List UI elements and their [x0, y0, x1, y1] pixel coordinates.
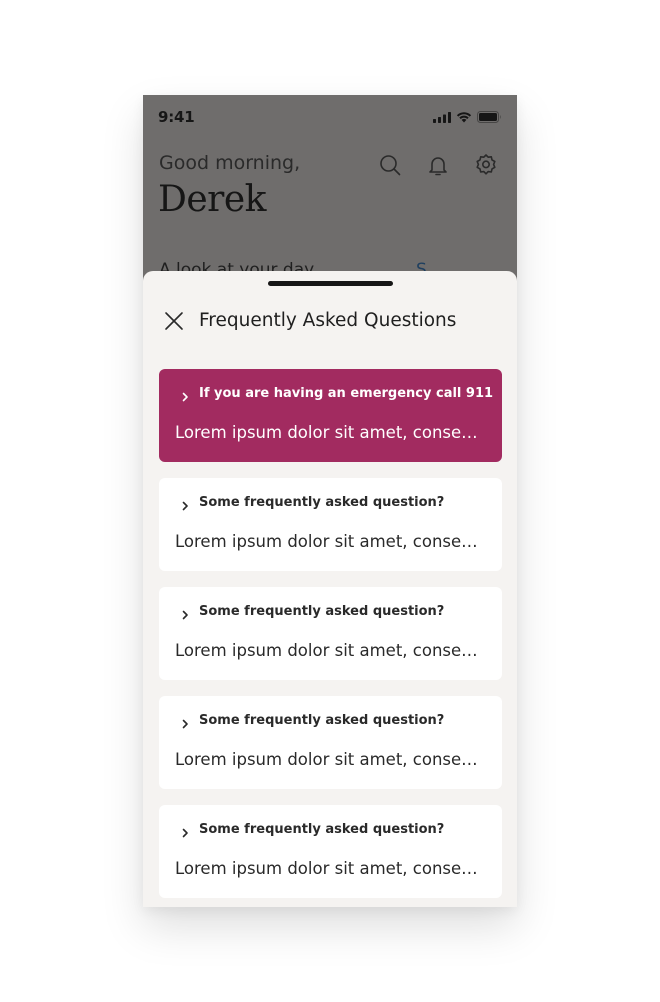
close-icon[interactable] [162, 309, 186, 333]
gear-icon[interactable] [474, 153, 498, 177]
faq-item[interactable]: Some frequently asked question? Lorem ip… [159, 805, 502, 898]
chevron-right-icon [179, 606, 191, 620]
faq-question: If you are having an emergency call 911 [199, 386, 494, 401]
greeting-text: Good morning, [159, 152, 301, 174]
chevron-right-icon [179, 497, 191, 511]
faq-answer: Lorem ipsum dolor sit amet, consectetur … [175, 859, 485, 878]
cellular-signal-icon [433, 111, 451, 123]
header-actions [378, 153, 498, 177]
sheet-grabber[interactable] [268, 281, 393, 286]
faq-answer: Lorem ipsum dolor sit amet, consectetur … [175, 423, 485, 442]
search-icon[interactable] [378, 153, 402, 177]
faq-question: Some frequently asked question? [199, 495, 445, 510]
sheet-title: Frequently Asked Questions [199, 310, 457, 331]
dimmed-backdrop[interactable]: 9:41 Good morning, Derek A look at your … [143, 95, 517, 295]
bell-icon[interactable] [426, 153, 450, 177]
chevron-right-icon [179, 824, 191, 838]
faq-bottom-sheet: Frequently Asked Questions If you are ha… [143, 271, 517, 907]
status-time: 9:41 [158, 108, 195, 126]
chevron-right-icon [179, 715, 191, 729]
faq-question: Some frequently asked question? [199, 604, 445, 619]
user-name: Derek [158, 179, 267, 220]
faq-item-emergency[interactable]: If you are having an emergency call 911 … [159, 369, 502, 462]
faq-question: Some frequently asked question? [199, 822, 445, 837]
faq-item[interactable]: Some frequently asked question? Lorem ip… [159, 696, 502, 789]
faq-item[interactable]: Some frequently asked question? Lorem ip… [159, 587, 502, 680]
faq-answer: Lorem ipsum dolor sit amet, consectetur … [175, 641, 485, 660]
faq-answer: Lorem ipsum dolor sit amet, consectetur … [175, 532, 485, 551]
phone-screen: 9:41 Good morning, Derek A look at your … [143, 95, 517, 907]
battery-icon [477, 111, 501, 123]
faq-answer: Lorem ipsum dolor sit amet, consectetur … [175, 750, 485, 769]
wifi-icon [456, 112, 472, 123]
faq-list: If you are having an emergency call 911 … [159, 369, 502, 907]
status-bar: 9:41 [143, 95, 517, 139]
faq-item[interactable]: Some frequently asked question? Lorem ip… [159, 478, 502, 571]
status-icons [433, 111, 502, 123]
chevron-right-icon [179, 388, 191, 402]
faq-question: Some frequently asked question? [199, 713, 445, 728]
